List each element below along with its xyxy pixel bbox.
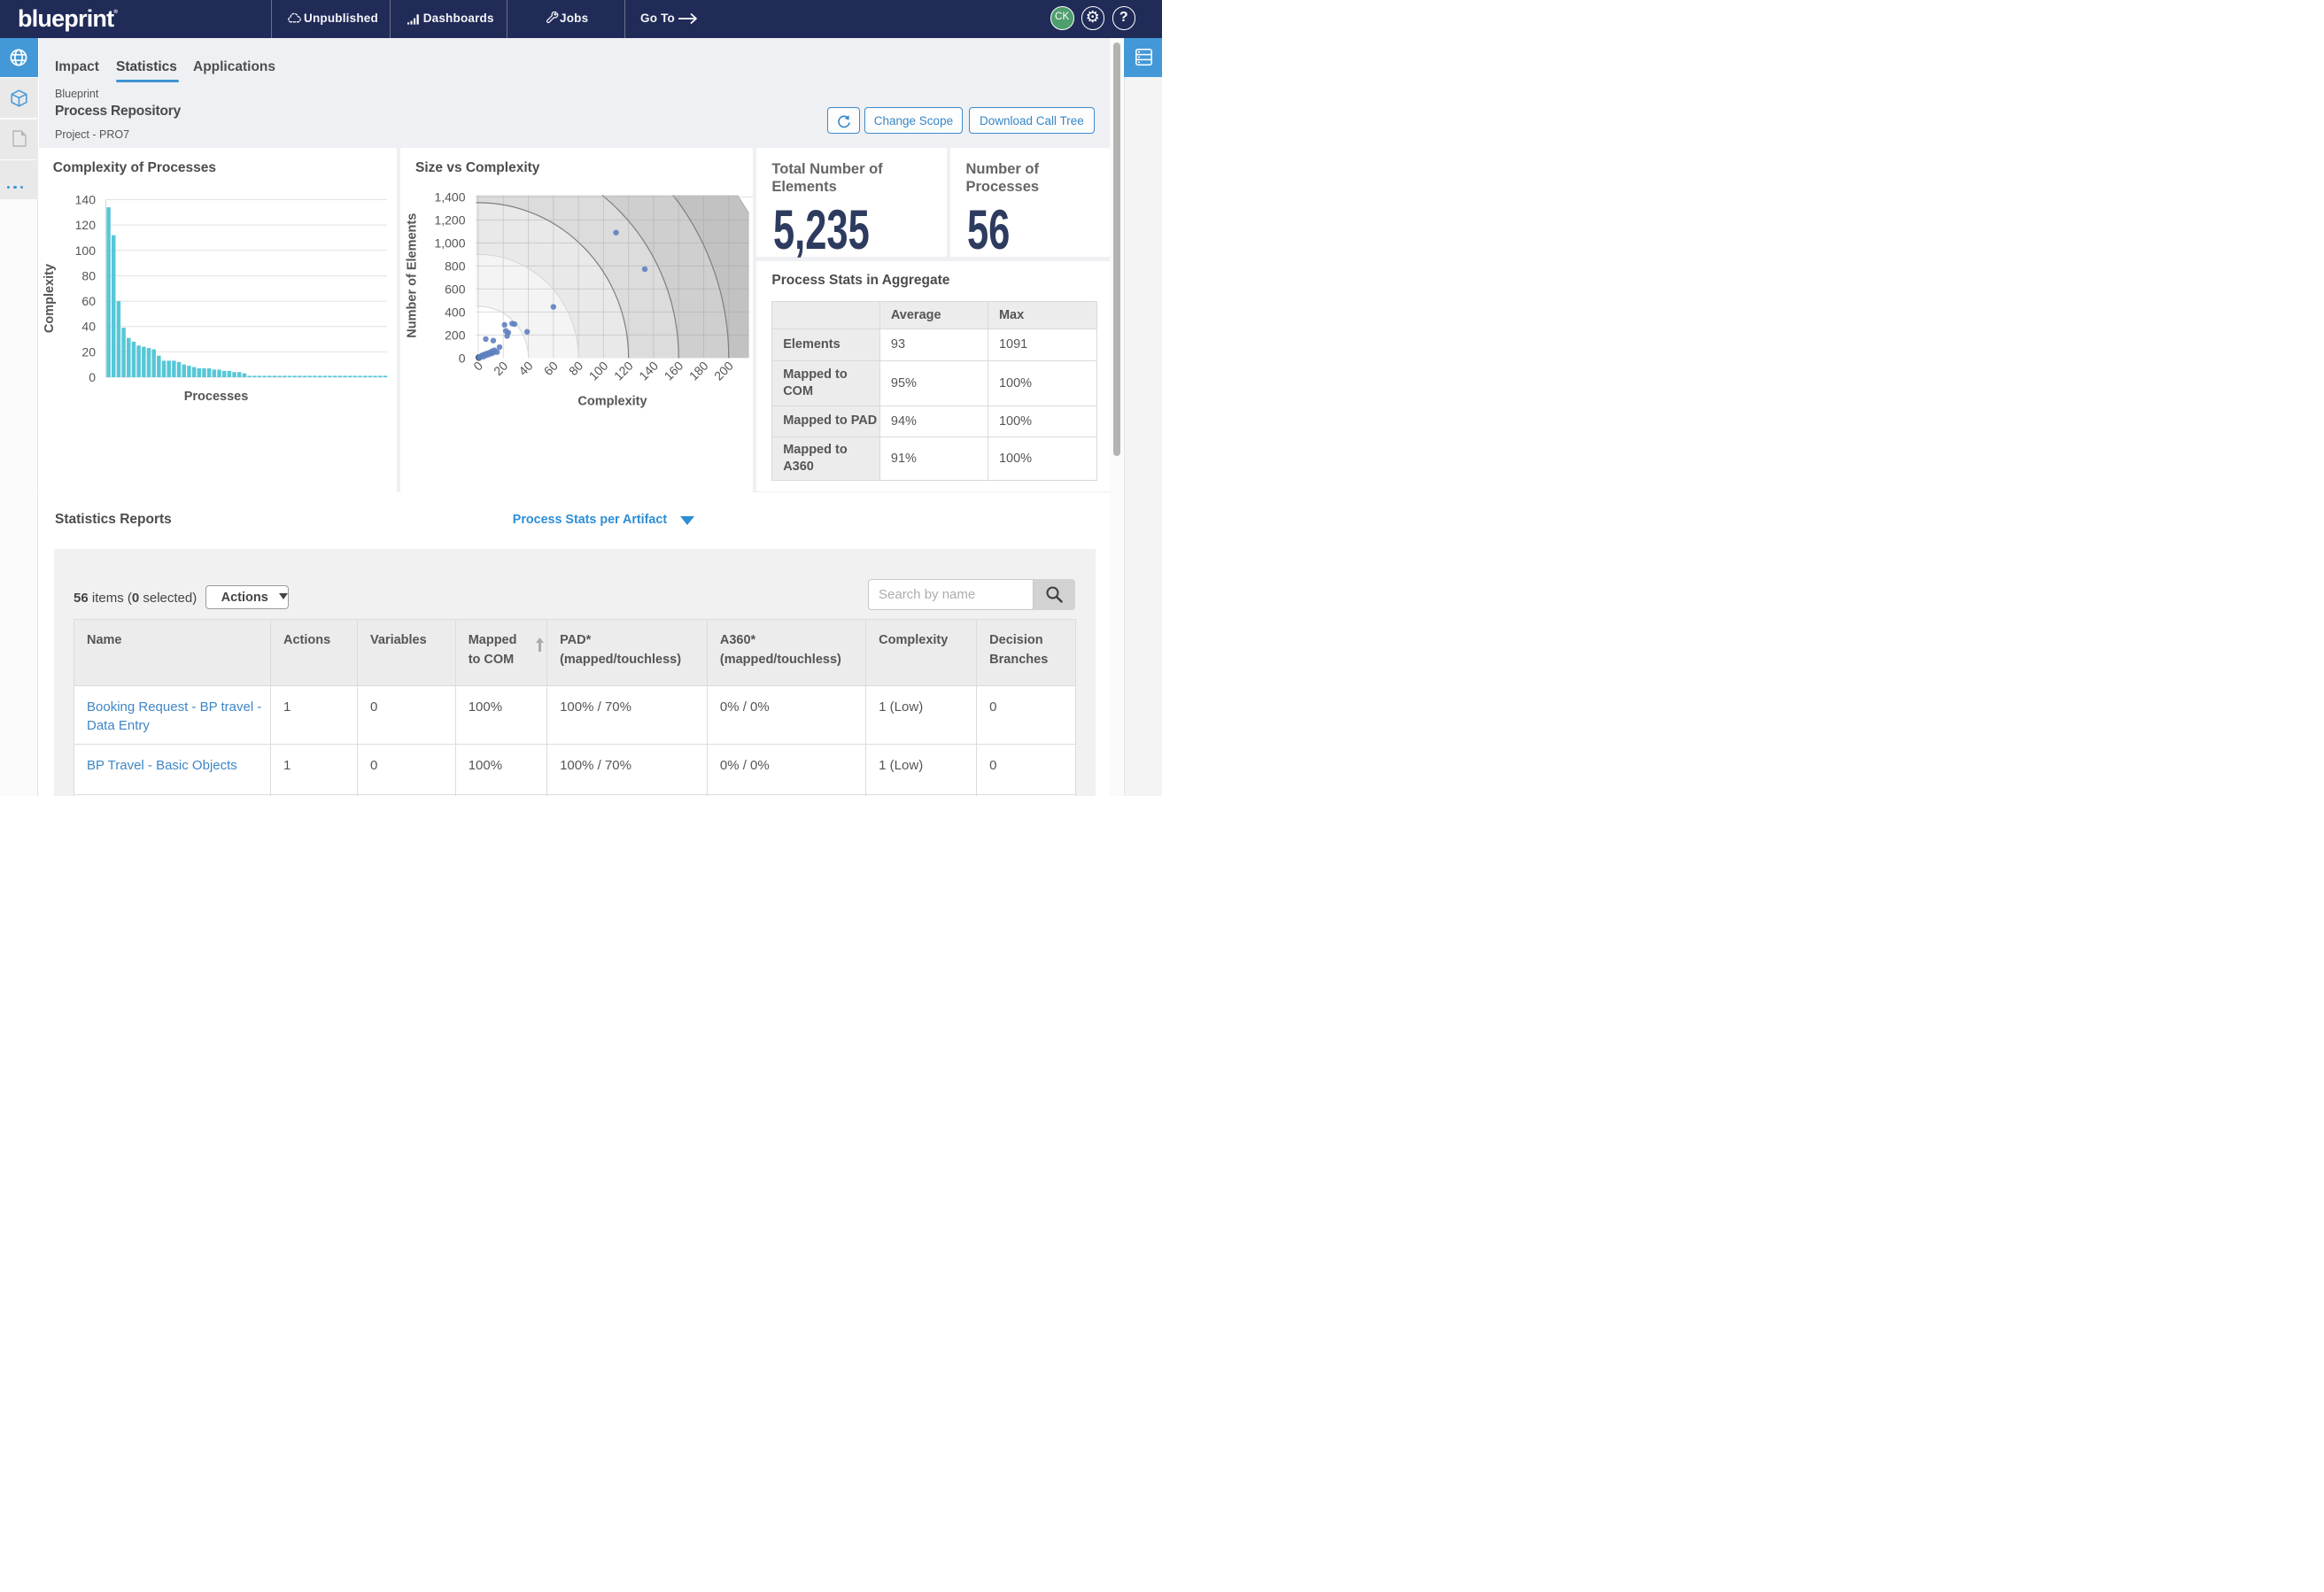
svg-text:Processes: Processes (184, 390, 249, 404)
svg-text:100: 100 (75, 243, 97, 258)
svg-text:160: 160 (661, 359, 686, 383)
svg-text:40: 40 (81, 320, 96, 334)
svg-text:400: 400 (445, 305, 466, 320)
svg-text:Complexity: Complexity (43, 264, 57, 333)
svg-text:800: 800 (445, 259, 466, 274)
svg-text:1,200: 1,200 (434, 213, 465, 228)
svg-text:200: 200 (711, 359, 736, 383)
svg-text:0: 0 (89, 370, 96, 384)
svg-text:140: 140 (75, 193, 97, 207)
svg-text:1,400: 1,400 (434, 190, 465, 205)
svg-text:Number of Elements: Number of Elements (405, 213, 419, 338)
svg-text:200: 200 (445, 328, 466, 343)
svg-text:120: 120 (610, 359, 635, 383)
svg-text:1,000: 1,000 (434, 236, 465, 251)
svg-text:40: 40 (515, 359, 535, 378)
svg-text:Complexity: Complexity (577, 395, 647, 409)
svg-text:120: 120 (75, 218, 97, 232)
svg-text:80: 80 (565, 359, 585, 378)
svg-text:60: 60 (81, 294, 96, 308)
svg-text:20: 20 (491, 359, 510, 378)
svg-text:20: 20 (81, 345, 96, 359)
svg-text:100: 100 (585, 359, 610, 383)
svg-text:600: 600 (445, 282, 466, 297)
svg-text:140: 140 (636, 359, 661, 383)
svg-text:60: 60 (540, 359, 560, 378)
svg-text:80: 80 (81, 269, 96, 283)
svg-text:0: 0 (458, 352, 465, 366)
svg-text:180: 180 (686, 359, 710, 383)
